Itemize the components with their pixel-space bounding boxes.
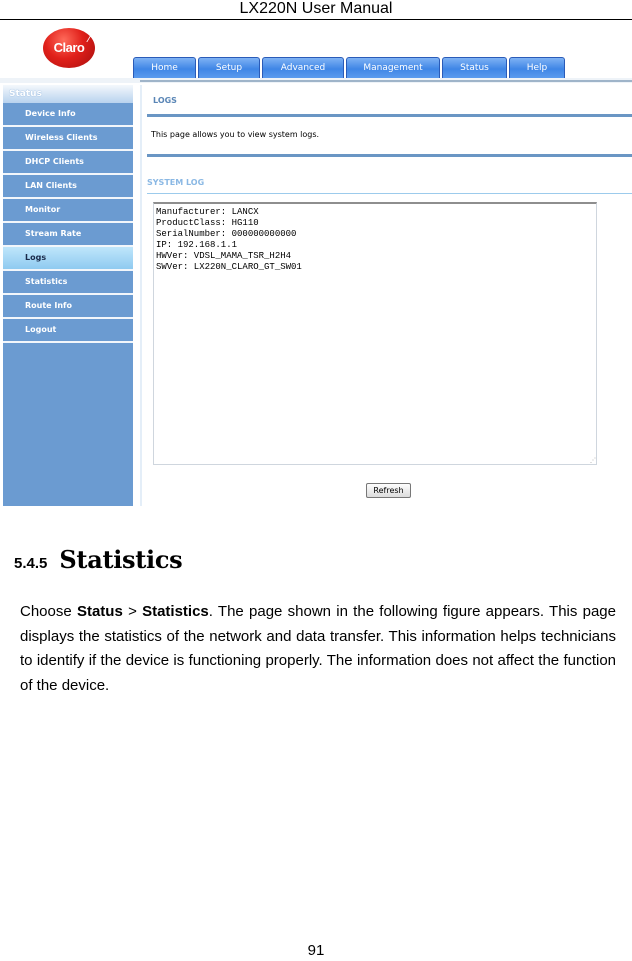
- menu-path-statistics: Statistics: [142, 603, 209, 620]
- sidebar-heading: Status: [3, 85, 133, 103]
- claro-logo: Claro ⁄: [43, 28, 95, 68]
- logo-text: Claro: [53, 40, 85, 55]
- menu-path-status: Status: [76, 603, 123, 620]
- page-title: LOGS: [153, 96, 177, 105]
- sidebar-item-monitor[interactable]: Monitor: [3, 199, 133, 223]
- nav-tabs: Home Setup Advanced Management Status He…: [133, 57, 567, 78]
- page-description: This page allows you to view system logs…: [151, 130, 320, 139]
- resize-grip-icon[interactable]: ⋰: [590, 457, 596, 464]
- sidebar-item-statistics[interactable]: Statistics: [3, 271, 133, 295]
- section-paragraph: Choose Status > Statistics. The page sho…: [20, 600, 616, 698]
- log-line: ProductClass: HG110: [156, 218, 259, 228]
- paragraph-text: >: [122, 603, 143, 620]
- tab-advanced[interactable]: Advanced: [262, 57, 344, 78]
- section-heading: 5.4.5 Statistics: [14, 545, 183, 574]
- tab-home[interactable]: Home: [133, 57, 196, 78]
- sidebar-item-stream-rate[interactable]: Stream Rate: [3, 223, 133, 247]
- log-line: Manufacturer: LANCX: [156, 207, 259, 217]
- tab-setup[interactable]: Setup: [198, 57, 260, 78]
- title-divider: [147, 114, 632, 117]
- sidebar-item-logout[interactable]: Logout: [3, 319, 133, 343]
- sidebar: Status Device Info Wireless Clients DHCP…: [3, 85, 133, 506]
- section-number: 5.4.5: [14, 555, 48, 572]
- log-line: SerialNumber: 000000000000: [156, 229, 297, 239]
- system-log-heading: SYSTEM LOG: [147, 178, 205, 187]
- description-divider: [147, 154, 632, 157]
- refresh-button[interactable]: Refresh: [366, 483, 411, 498]
- section-title: Statistics: [59, 545, 183, 574]
- router-screenshot: Claro ⁄ Home Setup Advanced Management S…: [0, 20, 632, 510]
- log-line: HWVer: VDSL_MAMA_TSR_H2H4: [156, 251, 292, 261]
- content-edge: [140, 85, 142, 506]
- sidebar-item-device-info[interactable]: Device Info: [3, 103, 133, 127]
- sidebar-item-wireless-clients[interactable]: Wireless Clients: [3, 127, 133, 151]
- tab-status[interactable]: Status: [442, 57, 507, 78]
- log-line: IP: 192.168.1.1: [156, 240, 238, 250]
- topbar-divider: [140, 80, 632, 82]
- sidebar-item-dhcp-clients[interactable]: DHCP Clients: [3, 151, 133, 175]
- running-header: LX220N User Manual: [239, 0, 393, 17]
- tab-management[interactable]: Management: [346, 57, 440, 78]
- system-log-textarea[interactable]: Manufacturer: LANCX ProductClass: HG110 Se…: [153, 202, 597, 465]
- sidebar-item-lan-clients[interactable]: LAN Clients: [3, 175, 133, 199]
- sidebar-item-route-info[interactable]: Route Info: [3, 295, 133, 319]
- paragraph-text: Choose: [20, 603, 77, 620]
- tab-help[interactable]: Help: [509, 57, 565, 78]
- system-log-divider: [147, 193, 632, 194]
- logo-spark-icon: ⁄: [87, 34, 90, 44]
- log-line: SWVer: LX220N_CLARO_GT_SW01: [156, 262, 302, 272]
- page-number: 91: [307, 942, 325, 959]
- sidebar-item-logs[interactable]: Logs: [3, 247, 133, 271]
